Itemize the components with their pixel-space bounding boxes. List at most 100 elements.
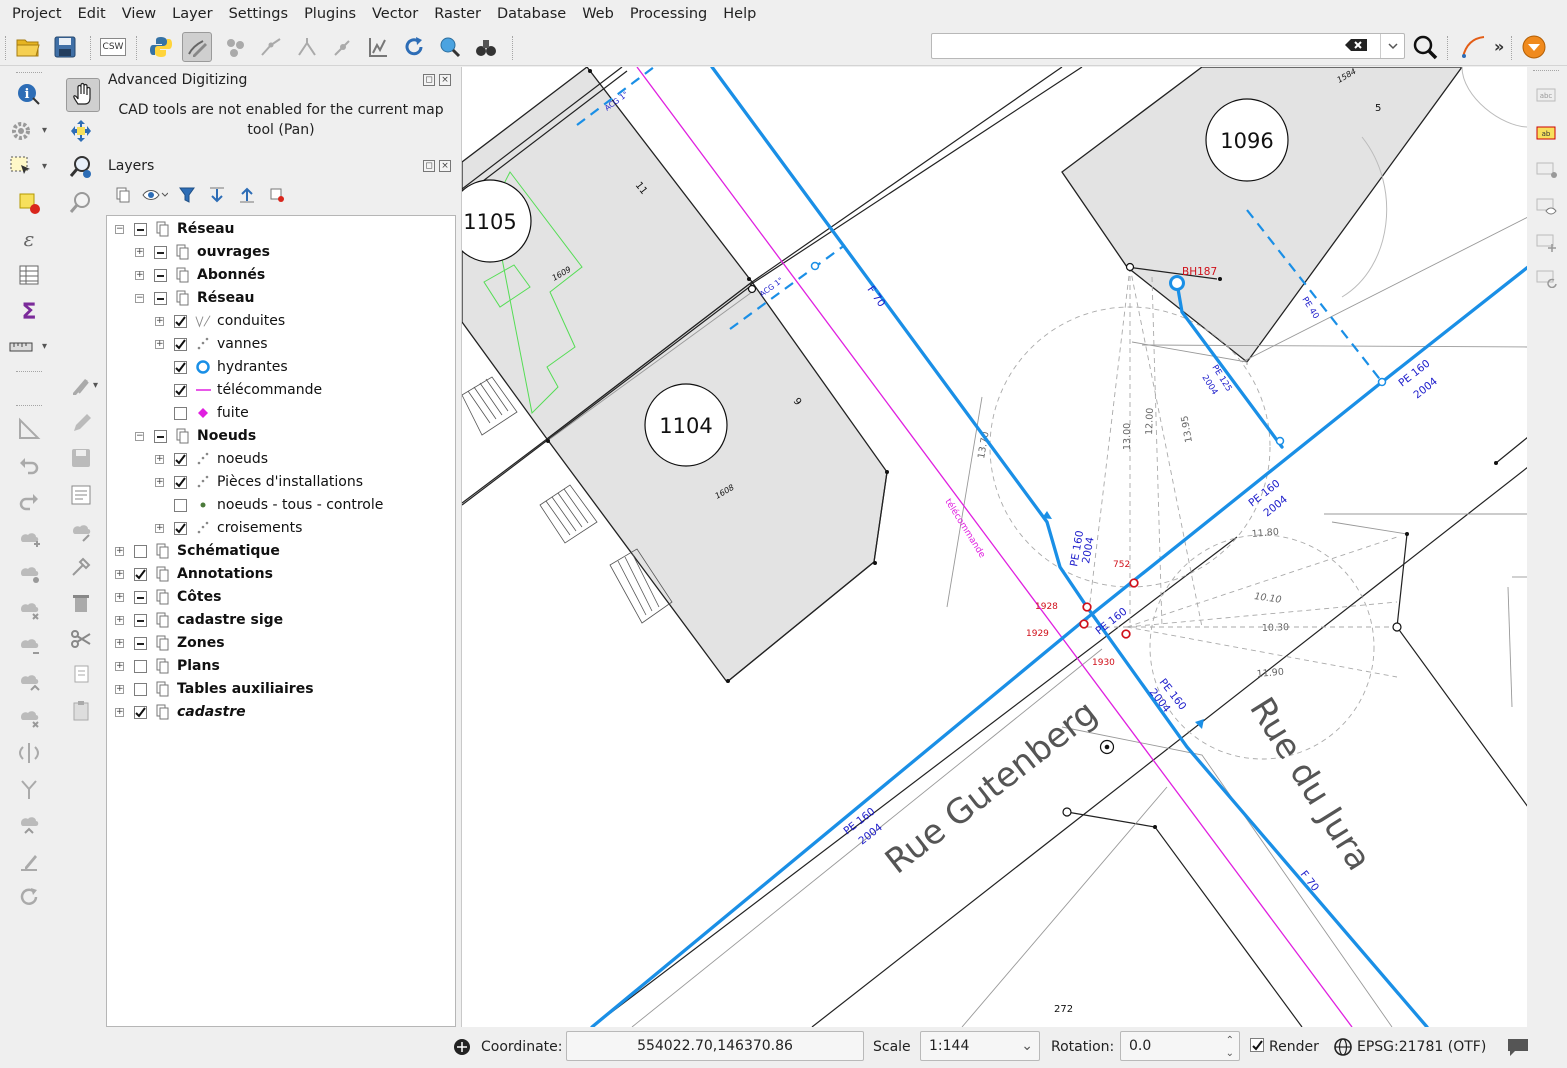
manage-visibility-button[interactable]: [138, 183, 172, 207]
menu-view[interactable]: View: [114, 0, 164, 28]
digitize-toggle-button[interactable]: [182, 32, 212, 62]
measure-line-button[interactable]: [6, 332, 36, 362]
identify-tool-button[interactable]: i: [14, 80, 44, 110]
delete-selected-button[interactable]: [66, 588, 96, 618]
layer-checkbox[interactable]: [134, 545, 147, 558]
tree-row-telecommande[interactable]: télécommande: [107, 379, 455, 402]
expand-icon[interactable]: +: [115, 593, 124, 602]
expression-select-button[interactable]: ε: [14, 224, 44, 254]
save-project-button[interactable]: [50, 32, 80, 62]
open-project-button[interactable]: [13, 32, 43, 62]
move-label-button[interactable]: [1535, 230, 1559, 254]
expand-icon[interactable]: +: [115, 708, 124, 717]
layer-checkbox[interactable]: [134, 683, 147, 696]
fill-ring-button[interactable]: [14, 558, 44, 588]
chevron-down-icon[interactable]: ⌄: [1021, 1032, 1033, 1060]
pan-to-selection-button[interactable]: [66, 116, 96, 146]
chevron-down-icon[interactable]: ▾: [93, 380, 98, 391]
refresh-button[interactable]: [399, 32, 429, 62]
expand-icon[interactable]: +: [115, 639, 124, 648]
menu-help[interactable]: Help: [715, 0, 764, 28]
layer-checkbox[interactable]: [134, 591, 147, 604]
layer-checkbox[interactable]: [174, 361, 187, 374]
menu-plugins[interactable]: Plugins: [296, 0, 364, 28]
tree-row-noeuds-controle[interactable]: noeuds - tous - controle: [107, 494, 455, 517]
measure-tool-button[interactable]: [363, 32, 393, 62]
zoom-out-button[interactable]: [66, 188, 96, 218]
rotate-point-button[interactable]: [14, 882, 44, 912]
collapse-all-button[interactable]: [232, 183, 262, 207]
tree-row-plans[interactable]: + Plans: [107, 655, 455, 678]
toggle-editing-button[interactable]: [66, 408, 96, 438]
field-calculator-button[interactable]: [66, 480, 96, 510]
attribute-table-button[interactable]: [14, 260, 44, 290]
chevron-down-icon[interactable]: ▾: [42, 125, 47, 136]
tree-row-schematique[interactable]: + Schématique: [107, 540, 455, 563]
menu-layer[interactable]: Layer: [164, 0, 220, 28]
tree-row-ouvrages[interactable]: + ouvrages: [107, 241, 455, 264]
layer-checkbox[interactable]: [174, 407, 187, 420]
tree-row-conduites[interactable]: + conduites: [107, 310, 455, 333]
plugin-menu-button[interactable]: [1519, 32, 1549, 62]
tree-row-reseau[interactable]: − Réseau: [107, 287, 455, 310]
search-button[interactable]: [1410, 32, 1440, 62]
globe-search-button[interactable]: [435, 32, 465, 62]
layout-tool-button[interactable]: [14, 414, 44, 444]
collapse-icon[interactable]: −: [135, 432, 144, 441]
layer-checkbox[interactable]: [154, 430, 167, 443]
add-group-button[interactable]: [108, 183, 138, 207]
reshape-button[interactable]: [14, 666, 44, 696]
line-tool-button[interactable]: [256, 32, 286, 62]
layer-checkbox[interactable]: [134, 614, 147, 627]
show-hide-labels-button[interactable]: [1535, 194, 1559, 218]
crs-label[interactable]: EPSG:21781 (OTF): [1357, 1039, 1486, 1055]
add-feature-button[interactable]: [327, 32, 357, 62]
delete-ring-button[interactable]: [14, 594, 44, 624]
tree-row-zones[interactable]: + Zones: [107, 632, 455, 655]
expand-icon[interactable]: +: [135, 248, 144, 257]
chevron-down-icon[interactable]: ▾: [42, 161, 47, 172]
layer-checkbox[interactable]: [174, 384, 187, 397]
expand-icon[interactable]: +: [115, 547, 124, 556]
python-console-button[interactable]: [146, 32, 176, 62]
expand-icon[interactable]: +: [155, 317, 164, 326]
menu-processing[interactable]: Processing: [622, 0, 715, 28]
collapse-icon[interactable]: −: [115, 225, 124, 234]
rotate-label-button[interactable]: [1535, 266, 1559, 290]
tree-row-cadastre[interactable]: + cadastre: [107, 701, 455, 724]
layer-checkbox[interactable]: [174, 453, 187, 466]
copy-features-button[interactable]: [66, 660, 96, 690]
tree-row-cotes[interactable]: + Côtes: [107, 586, 455, 609]
add-ring-button[interactable]: [14, 522, 44, 552]
label-toolbar-button[interactable]: abc: [1535, 84, 1559, 108]
save-edits-button[interactable]: [66, 443, 96, 473]
tree-row-cadastre-sige[interactable]: + cadastre sige: [107, 609, 455, 632]
float-panel-icon[interactable]: ◻: [423, 160, 435, 172]
rotate-symbols-button[interactable]: [14, 846, 44, 876]
expand-icon[interactable]: +: [115, 662, 124, 671]
chevron-down-icon[interactable]: ▾: [42, 341, 47, 352]
tree-row-noeuds[interactable]: + noeuds: [107, 448, 455, 471]
toolbar-handle[interactable]: [5, 36, 7, 60]
vertex-tool-button[interactable]: [66, 552, 96, 582]
expand-icon[interactable]: +: [115, 570, 124, 579]
expand-icon[interactable]: +: [135, 271, 144, 280]
action-tool-button[interactable]: [6, 116, 36, 146]
remove-layer-button[interactable]: [262, 183, 292, 207]
menu-edit[interactable]: Edit: [70, 0, 114, 28]
spin-down-icon[interactable]: ⌄: [1226, 1040, 1234, 1068]
toolbar-overflow-button[interactable]: »: [1494, 37, 1504, 56]
expand-icon[interactable]: +: [155, 524, 164, 533]
tree-row-croisements[interactable]: + croisements: [107, 517, 455, 540]
expand-icon[interactable]: +: [115, 616, 124, 625]
expand-all-button[interactable]: [202, 183, 232, 207]
expand-icon[interactable]: +: [155, 455, 164, 464]
clear-search-icon[interactable]: [1344, 38, 1368, 56]
search-dropdown-button[interactable]: [1380, 34, 1404, 58]
edit-pencil-button[interactable]: [66, 370, 96, 400]
layer-checkbox[interactable]: [134, 568, 147, 581]
delete-part-button[interactable]: [14, 630, 44, 660]
coordinate-field[interactable]: 554022.70,146370.86: [566, 1031, 864, 1061]
map-canvas[interactable]: 13.70 13.00 12.00 13.95 11.80 10.10 10.3…: [461, 67, 1527, 1027]
layer-checkbox[interactable]: [134, 223, 147, 236]
